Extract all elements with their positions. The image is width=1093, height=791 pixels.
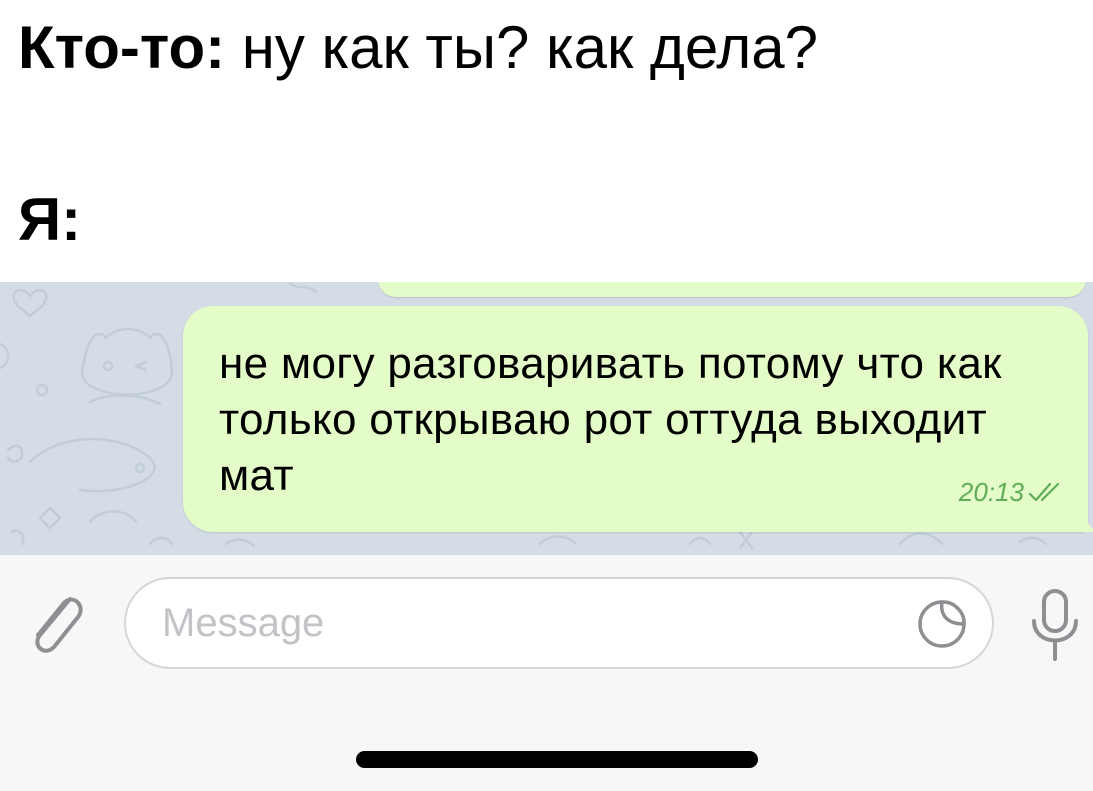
chat-area[interactable]: не могу разговаривать потому что как тол… <box>0 282 1093 554</box>
message-placeholder: Message <box>162 601 325 645</box>
paperclip-icon[interactable] <box>24 587 86 661</box>
message-input[interactable]: Message <box>124 577 994 669</box>
meme-caption: Кто-то: ну как ты? как дела? Я: <box>0 0 1093 282</box>
message-input-bar: Message <box>0 554 1093 791</box>
previous-message-bubble[interactable] <box>378 282 1086 297</box>
caption-line-1: Кто-то: ну как ты? как дела? <box>18 18 818 78</box>
caption-line-2: Я: <box>18 190 81 250</box>
speaker-me: Я: <box>18 186 82 253</box>
message-time: 20:13 <box>958 477 1024 507</box>
screen: Кто-то: ну как ты? как дела? Я: не могу … <box>0 0 1093 791</box>
outgoing-message-bubble[interactable]: не могу разговаривать потому что как тол… <box>183 306 1093 532</box>
double-check-icon <box>1028 482 1060 501</box>
home-indicator[interactable] <box>356 751 758 768</box>
message-meta: 20:13 <box>959 477 1062 508</box>
bubble-tail <box>1082 510 1093 532</box>
message-text: не могу разговаривать потому что как тол… <box>219 339 1002 500</box>
sticker-icon[interactable] <box>914 596 970 652</box>
someone-question: ну как ты? как дела? <box>225 14 819 81</box>
speaker-someone: Кто-то: <box>18 14 226 81</box>
microphone-icon[interactable] <box>1024 587 1086 667</box>
